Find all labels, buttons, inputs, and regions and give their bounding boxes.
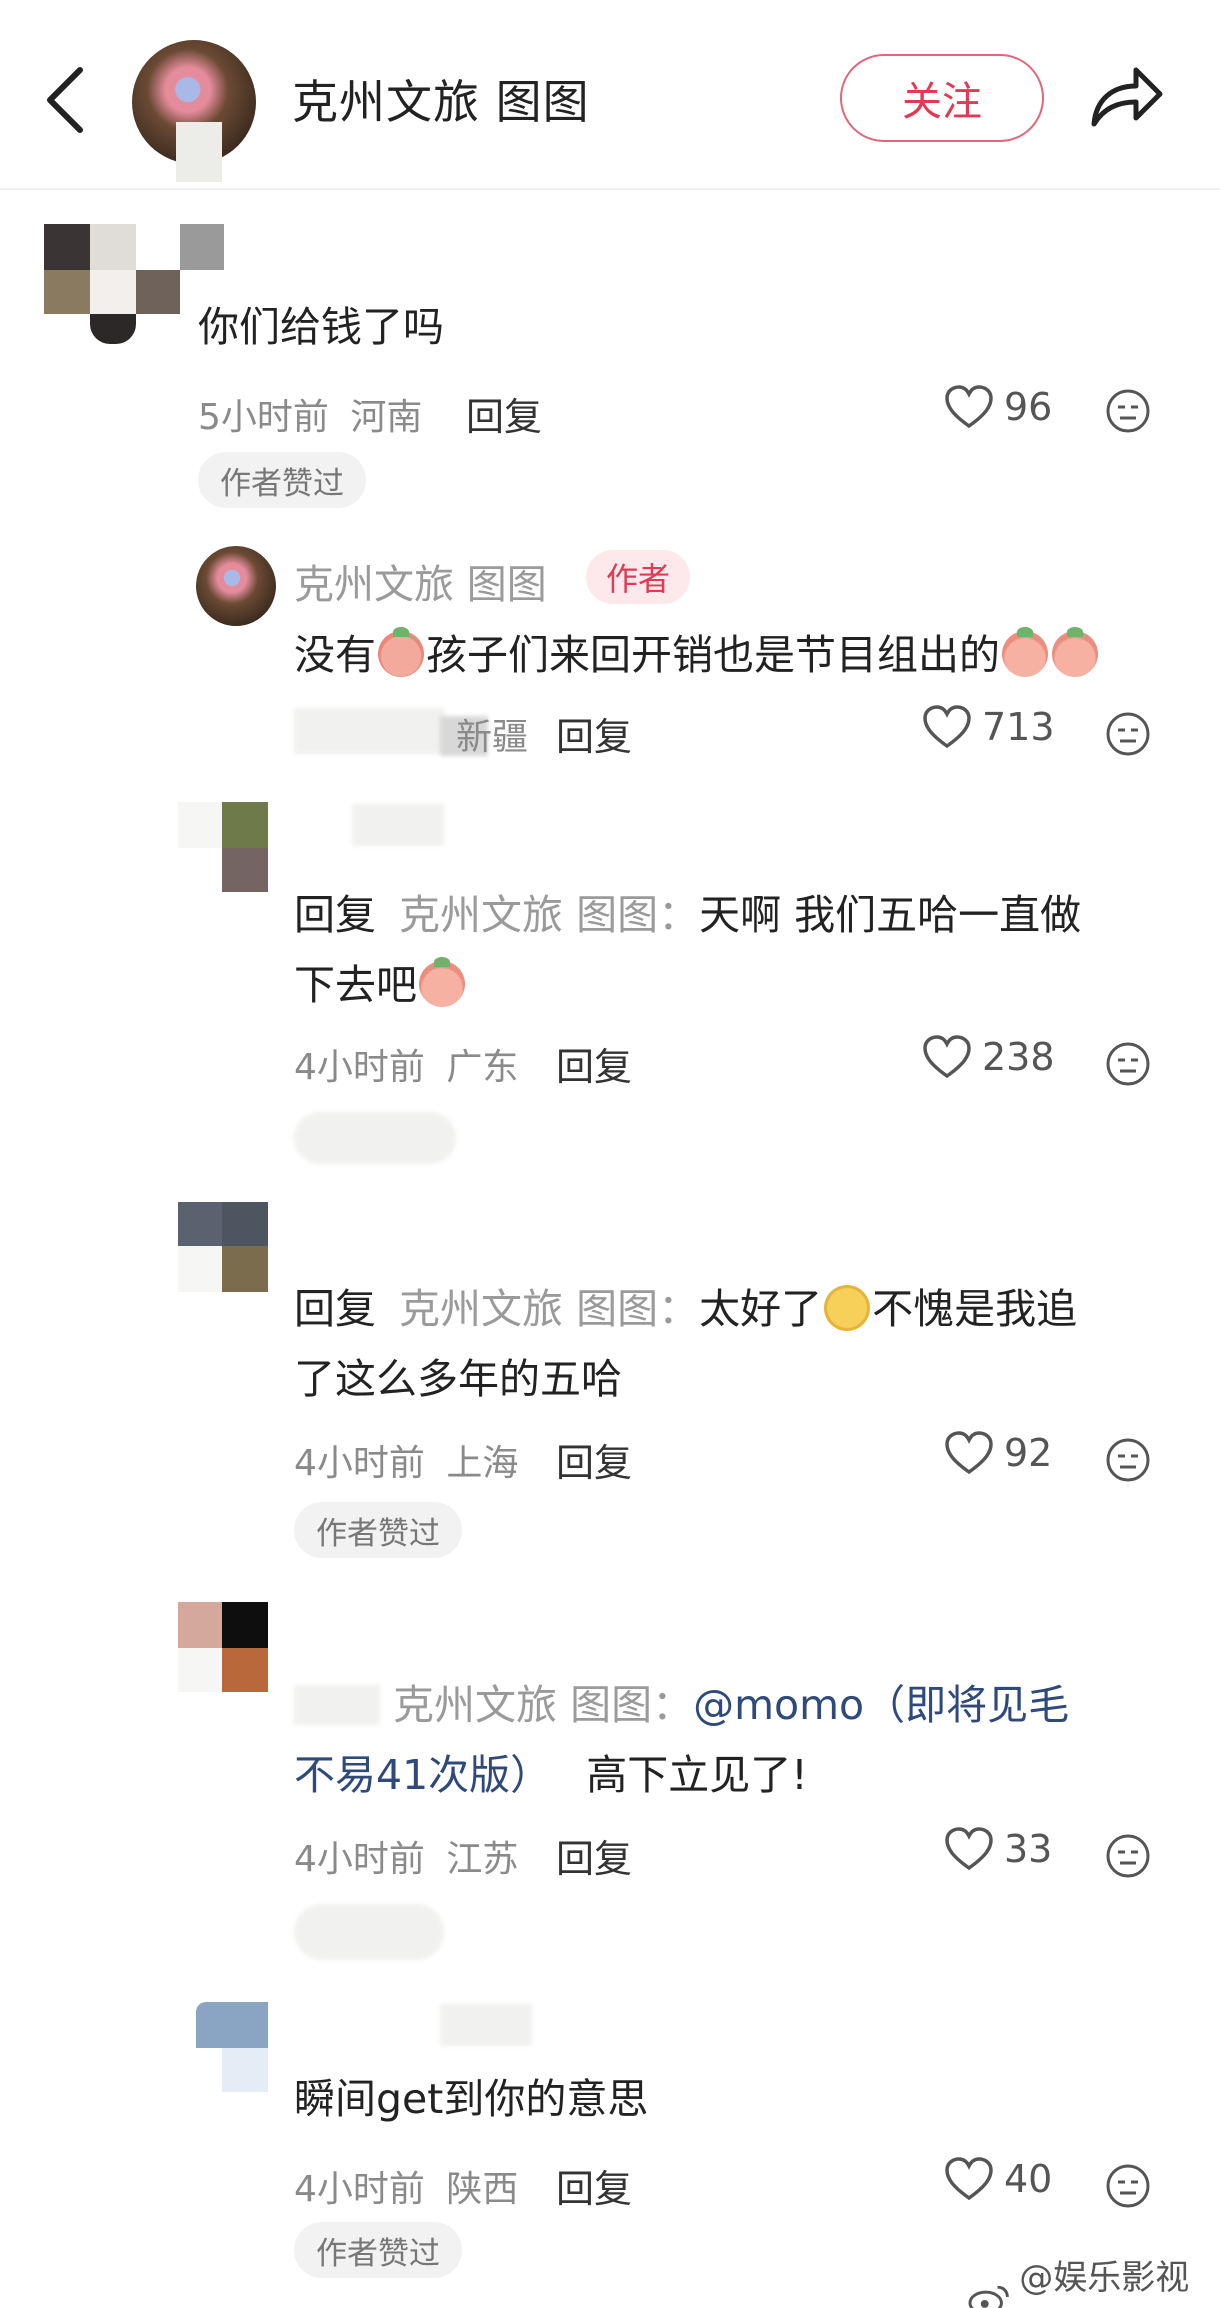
reply-button[interactable]: 回复 <box>556 2158 632 2213</box>
author-name[interactable]: 克州文旅 图图 <box>294 552 547 610</box>
heart-icon <box>945 1431 993 1475</box>
obscured-badge <box>294 1904 444 1960</box>
like-count: 238 <box>982 1035 1055 1079</box>
like-count: 40 <box>1004 2157 1053 2201</box>
text-segment: 了这么多年的五哈 <box>294 1355 622 1403</box>
top-bar: 克州文旅 图图 关注 <box>0 0 1220 190</box>
reply-button[interactable]: 回复 <box>556 1036 632 1091</box>
time-label: 4小时前 <box>294 1443 425 1484</box>
text-segment: 不愧是我追 <box>872 1285 1078 1333</box>
follow-button[interactable]: 关注 <box>840 54 1044 142</box>
comment-time: 4小时前 陕西 <box>294 2160 518 2212</box>
reaction-face-icon[interactable] <box>1104 2162 1152 2210</box>
mention-link[interactable]: 不易41次版） <box>294 1751 551 1799</box>
time-label: 4小时前 <box>294 2169 425 2210</box>
author-tag: 作者 <box>586 550 691 604</box>
mention-link[interactable]: @momo（即将见毛 <box>693 1681 1069 1729</box>
reply-prefix: 回复 <box>294 891 376 939</box>
text-segment: 没有 <box>294 631 376 679</box>
comment-text: 瞬间get到你的意思 <box>294 2075 649 2123</box>
like-button[interactable]: 40 <box>944 2156 1052 2202</box>
reaction-face-icon[interactable] <box>1104 387 1152 435</box>
like-button[interactable]: 33 <box>944 1826 1052 1872</box>
crying-emoji-icon <box>378 627 424 677</box>
text-segment: 孩子们来回开销也是节目组出的 <box>426 631 1000 679</box>
location-label: 上海 <box>446 1443 519 1484</box>
location-label: 陕西 <box>446 2169 519 2210</box>
commenter-avatar[interactable] <box>178 1202 268 1292</box>
comment-time: 4小时前 上海 <box>294 1434 518 1486</box>
comment-text: 回复 克州文旅 图图：太好了 不愧是我追 了这么多年的五哈 <box>294 1274 1077 1414</box>
like-count: 33 <box>1004 1827 1053 1871</box>
commenter-avatar[interactable] <box>196 2002 268 2092</box>
comment-text: 你们给钱了吗 <box>198 303 444 351</box>
heart-icon <box>945 385 993 429</box>
time-label: 5小时前 <box>198 397 329 438</box>
text-segment: 天啊 我们五哈一直做 <box>699 891 1082 939</box>
reply-button[interactable]: 回复 <box>556 1432 632 1487</box>
reaction-face-icon[interactable] <box>1104 1040 1152 1088</box>
like-button[interactable]: 96 <box>944 384 1052 430</box>
obscured-username <box>352 804 444 846</box>
comment-time: 4小时前 广东 <box>294 1038 518 1090</box>
like-count: 713 <box>982 705 1055 749</box>
account-name[interactable]: 克州文旅 图图 <box>292 66 590 132</box>
location-label: 新疆 <box>456 717 529 758</box>
commenter-avatar[interactable] <box>178 802 268 892</box>
reply-to-name[interactable]: 克州文旅 图图： <box>399 891 699 939</box>
location-label: 江苏 <box>446 1839 519 1880</box>
reaction-face-icon[interactable] <box>1104 1436 1152 1484</box>
back-arrow-icon[interactable] <box>40 62 92 138</box>
commenter-avatar[interactable] <box>44 224 224 344</box>
reaction-face-icon[interactable] <box>1104 710 1152 758</box>
comment-text: 回复 克州文旅 图图：天啊 我们五哈一直做 下去吧 <box>294 880 1081 1020</box>
heart-icon <box>945 2157 993 2201</box>
watermark-text: @娱乐影视爆 <box>1019 2258 1190 2308</box>
obscured-username <box>440 2004 532 2046</box>
author-liked-badge: 作者赞过 <box>294 2222 462 2278</box>
obscured-time <box>294 708 444 754</box>
comment-time: 5小时前 河南 <box>198 388 422 440</box>
location-label: 河南 <box>350 397 423 438</box>
time-label: 4小时前 <box>294 1839 425 1880</box>
watermark: @娱乐影视爆 <box>968 2250 1220 2308</box>
comment-text: 克州文旅 图图：@momo（即将见毛 不易41次版） 高下立见了! <box>294 1670 1069 1810</box>
reply-button[interactable]: 回复 <box>556 706 632 761</box>
comment-time: 4小时前 江苏 <box>294 1830 518 1882</box>
heart-icon <box>923 1035 971 1079</box>
text-segment: 太好了 <box>699 1285 823 1333</box>
share-icon[interactable] <box>1086 60 1166 132</box>
peach-emoji-icon <box>419 957 465 1007</box>
like-button[interactable]: 92 <box>944 1430 1052 1476</box>
obscured-reply-prefix <box>294 1685 380 1725</box>
reply-button[interactable]: 回复 <box>466 386 542 441</box>
like-count: 92 <box>1004 1431 1053 1475</box>
heart-icon <box>923 705 971 749</box>
comment-text: 没有 孩子们来回开销也是节目组出的 <box>294 620 1100 690</box>
author-liked-badge: 作者赞过 <box>198 452 366 508</box>
reply-prefix: 回复 <box>294 1285 376 1333</box>
like-count: 96 <box>1004 385 1053 429</box>
reply-to-name[interactable]: 克州文旅 图图： <box>399 1285 699 1333</box>
author-liked-badge: 作者赞过 <box>294 1502 462 1558</box>
reaction-face-icon[interactable] <box>1104 1832 1152 1880</box>
time-label: 4小时前 <box>294 1047 425 1088</box>
peach-emoji-icon <box>1002 627 1048 677</box>
pleading-emoji-icon <box>824 1285 871 1331</box>
obscured-badge <box>294 1112 456 1164</box>
author-avatar[interactable] <box>196 546 276 626</box>
like-button[interactable]: 713 <box>922 704 1055 750</box>
reply-to-name[interactable]: 克州文旅 图图： <box>393 1681 693 1729</box>
peach-emoji-icon <box>1052 627 1098 677</box>
reply-button[interactable]: 回复 <box>556 1828 632 1883</box>
weibo-logo-icon <box>968 2285 1009 2308</box>
commenter-avatar[interactable] <box>178 1602 268 1692</box>
like-button[interactable]: 238 <box>922 1034 1055 1080</box>
text-segment: 高下立见了! <box>586 1751 808 1799</box>
text-segment: 下去吧 <box>294 961 417 1009</box>
heart-icon <box>945 1827 993 1871</box>
avatar-pixelation <box>176 122 222 182</box>
location-label: 广东 <box>446 1047 519 1088</box>
